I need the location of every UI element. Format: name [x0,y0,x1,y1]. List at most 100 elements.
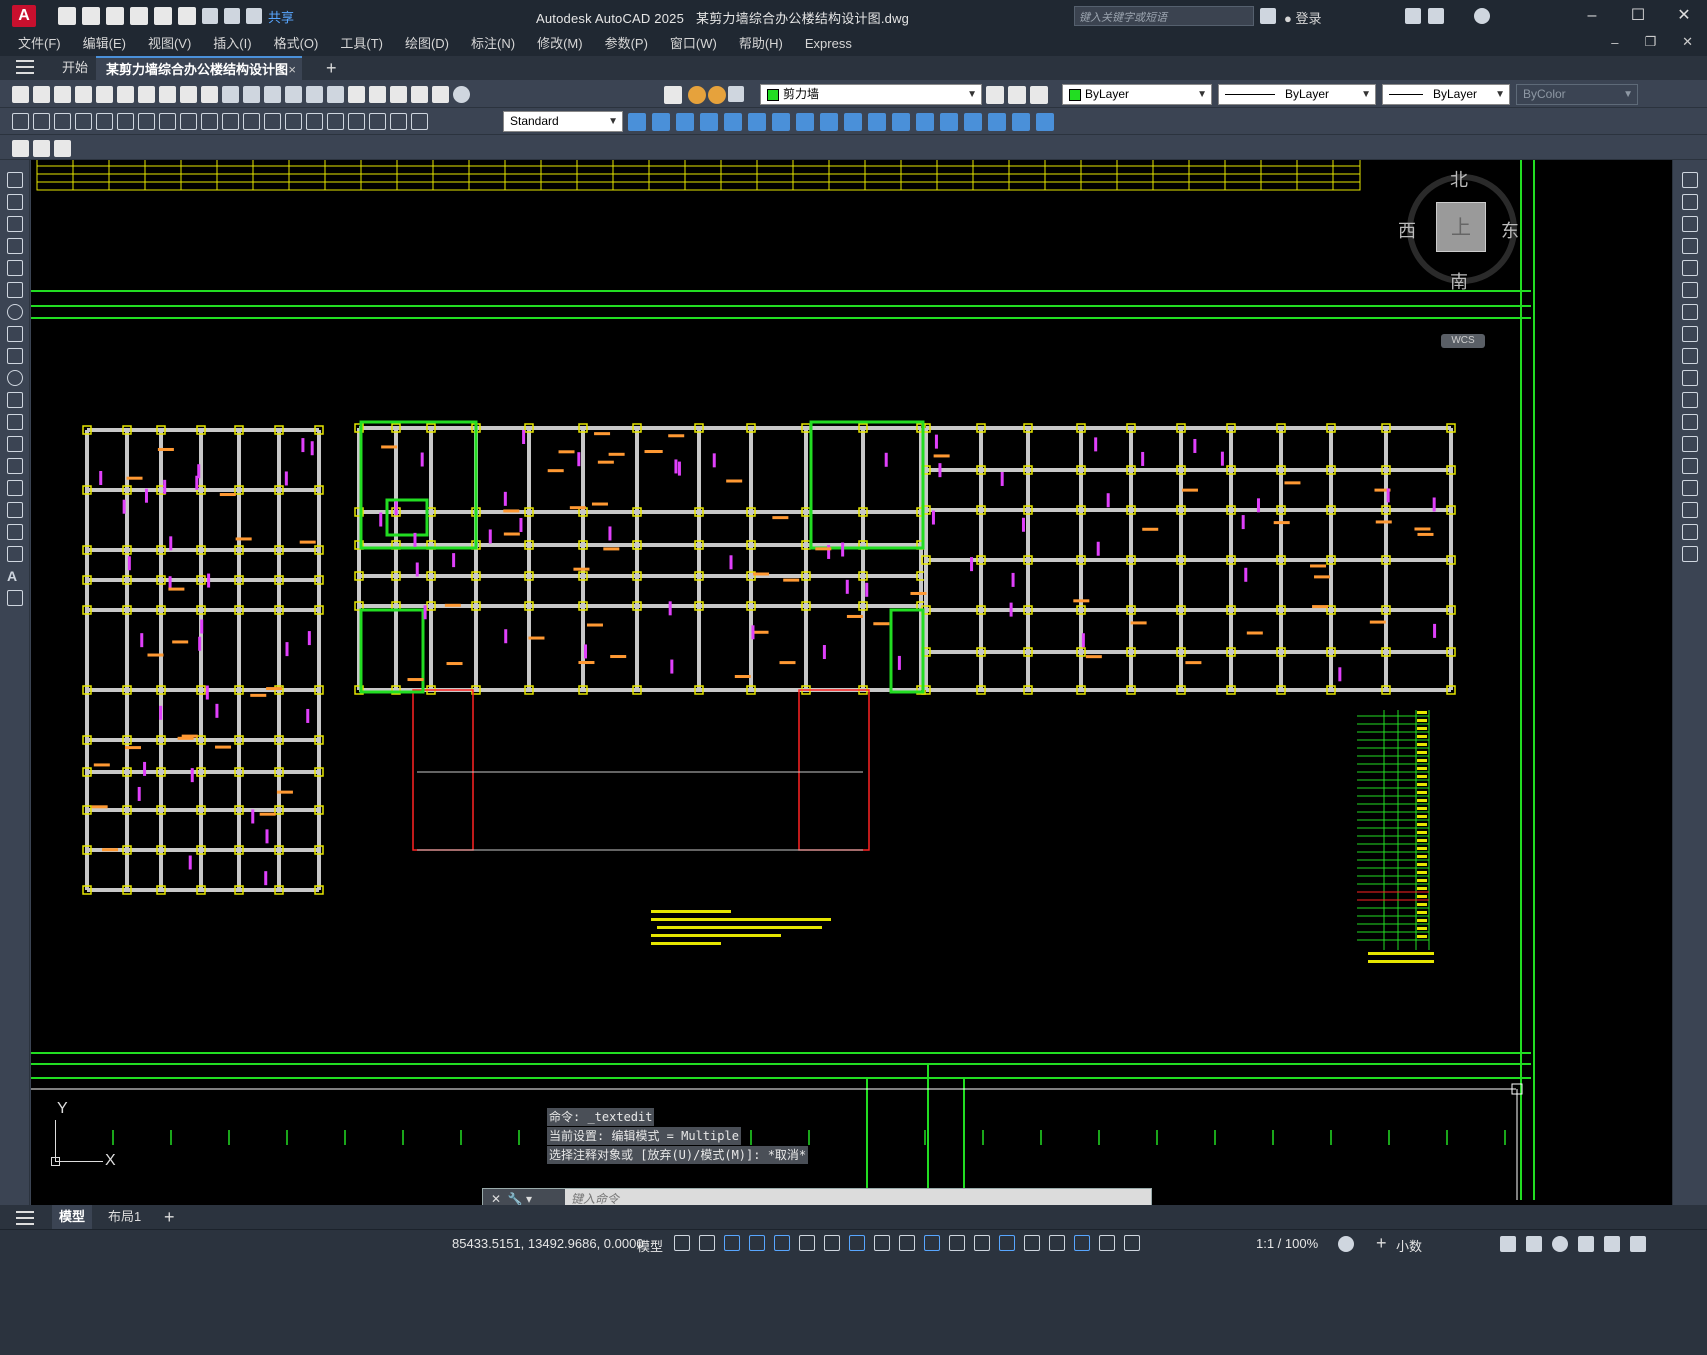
construction-line-icon[interactable] [7,194,23,210]
layer-properties-icon[interactable] [664,86,682,104]
layer-lock-icon[interactable] [728,86,744,102]
login-button[interactable]: ● 登录 [1284,8,1322,27]
viewcube-top-face[interactable]: 上 [1436,202,1486,252]
plotstyle-dropdown[interactable]: ByColor ▼ [1516,84,1638,105]
transparency-icon[interactable] [924,1235,940,1251]
text-style-dropdown[interactable]: Standard ▼ [503,111,623,132]
calculator-icon[interactable] [432,86,449,103]
aligned-dim-icon[interactable] [33,113,50,130]
command-line-handle[interactable]: ✕ 🔧 ▾ [483,1189,565,1205]
lineweight-dropdown[interactable]: ByLayer ▼ [1382,84,1510,105]
blend-curves-icon[interactable] [1682,524,1698,540]
chamfer-icon[interactable] [1682,480,1698,496]
quick-properties-icon[interactable] [1500,1236,1516,1252]
add-layout-button[interactable]: + [164,1205,175,1229]
dynamic-ucs-icon[interactable] [999,1235,1015,1251]
erase-icon[interactable] [1682,172,1698,188]
save-icon[interactable] [106,7,124,25]
ucs-menu[interactable]: WCS [1441,334,1485,348]
annomonitor-plus-icon[interactable]: + [1376,1233,1387,1254]
model-space-button[interactable]: 模型 [637,1236,663,1255]
circle-icon[interactable] [7,304,23,320]
help-tool-icon[interactable] [453,86,470,103]
dim-update-icon[interactable] [411,113,428,130]
angular-icon[interactable] [159,113,176,130]
break-at-point-icon[interactable] [1682,414,1698,430]
tab-layout1[interactable]: 布局1 [108,1205,141,1229]
open-icon[interactable] [33,86,50,103]
new-file-icon[interactable] [58,7,76,25]
menu-format[interactable]: 格式(O) [263,32,330,56]
match-properties-icon[interactable] [201,86,218,103]
annotation-scale-icon[interactable] [1124,1235,1140,1251]
make-layer-current-icon[interactable] [986,86,1004,104]
region-icon[interactable] [7,524,23,540]
insert-block-icon[interactable] [33,140,50,157]
spline-icon[interactable] [7,348,23,364]
plot-tool-icon[interactable] [75,86,92,103]
save-tool-icon[interactable] [54,86,71,103]
point-icon[interactable] [7,458,23,474]
mirror-icon[interactable] [1682,216,1698,232]
copy-icon[interactable] [159,86,176,103]
rotate-icon[interactable] [1682,304,1698,320]
ordinate-icon[interactable] [75,113,92,130]
redo-tool-icon[interactable] [243,86,260,103]
add-selected-icon[interactable] [7,590,23,606]
tab-close-icon[interactable]: × [288,58,296,82]
command-line[interactable]: ✕ 🔧 ▾ 键入命令 [482,1188,1152,1205]
redo-icon[interactable] [224,8,240,24]
lineweight-icon[interactable] [899,1235,915,1251]
loft-icon[interactable] [892,113,910,131]
selection-cycling-icon[interactable] [949,1235,965,1251]
compass-west[interactable]: 西 [1398,217,1416,243]
center-mark-icon[interactable] [306,113,323,130]
polar-icon[interactable] [799,1235,815,1251]
dim-text-edit-icon[interactable] [390,113,407,130]
union-icon[interactable] [916,113,934,131]
command-input[interactable]: 键入命令 [571,1189,619,1205]
minimize-icon[interactable]: – [1569,0,1615,32]
hatch-icon[interactable] [7,480,23,496]
menu-modify[interactable]: 修改(M) [526,32,594,56]
doc-close-icon[interactable]: ✕ [1682,34,1693,50]
auto-scale-icon[interactable] [1099,1235,1115,1251]
move-icon[interactable] [1682,282,1698,298]
menu-insert[interactable]: 插入(I) [202,32,262,56]
block-editor-icon[interactable] [12,140,29,157]
table-icon[interactable] [7,546,23,562]
break-icon[interactable] [1682,436,1698,452]
dim-break-icon[interactable] [264,113,281,130]
grid-icon[interactable] [674,1235,690,1251]
coordinate-readout[interactable]: 85433.5151, 13492.9686, 0.0000 [452,1236,644,1251]
polyline-icon[interactable] [7,216,23,232]
tab-document[interactable]: 某剪力墙综合办公楼结构设计图* × [96,56,302,101]
quick-dim-icon[interactable] [180,113,197,130]
infer-constraints-icon[interactable] [724,1235,740,1251]
doc-minimize-icon[interactable]: – [1611,35,1618,50]
zoom-window-icon[interactable] [306,86,323,103]
pan-icon[interactable] [264,86,281,103]
menu-file[interactable]: 文件(F) [7,32,72,56]
tool-palettes-icon[interactable] [390,86,407,103]
close-icon[interactable]: ✕ [1661,0,1707,32]
osnap-icon[interactable] [874,1235,890,1251]
intersect-icon[interactable] [964,113,982,131]
menu-window[interactable]: 窗口(W) [659,32,728,56]
baseline-icon[interactable] [201,113,218,130]
arc-length-icon[interactable] [54,113,71,130]
menu-dimension[interactable]: 标注(N) [460,32,526,56]
rectangle-icon[interactable] [7,260,23,276]
tab-model[interactable]: 模型 [52,1205,92,1229]
layer-on-icon[interactable] [688,86,706,104]
arc-icon[interactable] [7,282,23,298]
box-icon[interactable] [628,113,646,131]
menu-view[interactable]: 视图(V) [137,32,202,56]
search-icon[interactable] [1260,8,1276,24]
dim-edit-icon[interactable] [369,113,386,130]
share-button[interactable]: 共享 [268,7,294,26]
color-dropdown[interactable]: ByLayer ▼ [1062,84,1212,105]
customization-icon[interactable] [1630,1236,1646,1252]
array-icon[interactable] [1682,260,1698,276]
doc-restore-icon[interactable]: ❐ [1644,34,1656,50]
